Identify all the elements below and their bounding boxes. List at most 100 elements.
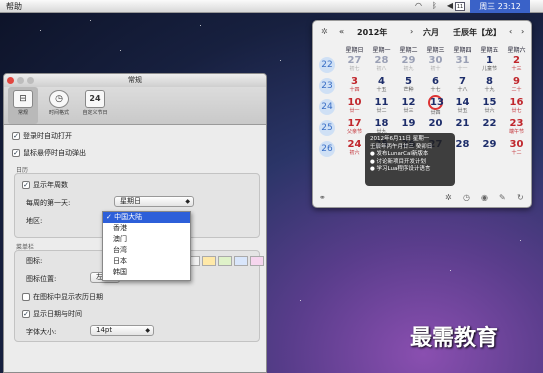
weekday-label: 星期一: [372, 47, 391, 54]
tab-time-format[interactable]: ◷ 时间格式: [44, 87, 74, 124]
checkbox-checked-icon[interactable]: ✓: [12, 149, 20, 157]
region-dropdown-menu: ✓ 中国大陆 香港 澳门 台湾 日本 韩国: [102, 211, 191, 281]
tab-general[interactable]: ⊟ 常规: [8, 87, 38, 124]
calendar-day[interactable]: 15 廿六: [476, 97, 503, 118]
region-option[interactable]: 香港: [103, 223, 190, 234]
link-icon[interactable]: ⚭: [319, 193, 326, 202]
first-day-select[interactable]: 星期日 ◆: [114, 196, 194, 207]
wifi-icon[interactable]: ◠: [415, 1, 422, 10]
lunar-label: 初七: [349, 66, 360, 72]
icon-style-swatches: [186, 256, 264, 266]
calendar-day[interactable]: 29 初九: [395, 55, 422, 76]
calendar-day[interactable]: 3 十四: [341, 76, 368, 97]
calendar-day[interactable]: 6 十七: [422, 76, 449, 97]
calendar-day[interactable]: 30 初十: [422, 55, 449, 76]
calendar-day[interactable]: 17 父亲节: [341, 118, 368, 139]
next-month-icon[interactable]: ›: [521, 27, 524, 36]
calendar-day[interactable]: 4 十五: [368, 76, 395, 97]
volume-icon[interactable]: ◀: [447, 1, 453, 10]
lunar-label: 十一: [457, 66, 468, 72]
month-label[interactable]: 六月: [423, 27, 439, 38]
clock-icon[interactable]: ◷: [463, 193, 470, 202]
prev-year-icon[interactable]: «: [339, 27, 344, 36]
prev-month-icon[interactable]: ‹: [509, 27, 512, 36]
region-option[interactable]: 澳门: [103, 234, 190, 245]
calendar-day[interactable]: 10 廿一: [341, 97, 368, 118]
zoom-button[interactable]: [27, 77, 34, 84]
weekday-label: 星期日: [345, 47, 364, 54]
icon-label: 图标:: [26, 257, 43, 265]
calendar-day[interactable]: 16 廿七: [503, 97, 530, 118]
week-number-badge: 25: [319, 120, 335, 136]
region-option-selected[interactable]: ✓ 中国大陆: [103, 212, 190, 223]
calendar-day[interactable]: 11 廿二: [368, 97, 395, 118]
window-titlebar: 常规: [4, 74, 266, 87]
calendar-day[interactable]: 9 二十: [503, 76, 530, 97]
day-number: 31: [455, 55, 470, 66]
calendar-day[interactable]: 28 初八: [368, 55, 395, 76]
calendar-day[interactable]: 30 十二: [503, 139, 530, 160]
calendar-day[interactable]: 2 十三: [503, 55, 530, 76]
hover-popup-option[interactable]: ✓ 鼠标悬停时自动弹出: [12, 148, 86, 158]
show-lunar-icon-option[interactable]: 在图标中显示农历日期: [22, 292, 103, 302]
calendar-day[interactable]: 7 十八: [449, 76, 476, 97]
day-number: 13: [428, 95, 444, 110]
calendar-day[interactable]: 14 廿五: [449, 97, 476, 118]
day-number: 15: [482, 97, 497, 108]
icon-style-swatch[interactable]: [234, 256, 248, 266]
menu-help[interactable]: 帮助: [6, 1, 22, 12]
bluetooth-icon[interactable]: ᛒ: [432, 1, 437, 10]
weekday-label: 星期五: [480, 47, 499, 54]
weekday-label: 星期三: [426, 47, 445, 54]
close-button[interactable]: [7, 77, 14, 84]
year-next-icon[interactable]: ›: [410, 27, 413, 36]
chevron-down-icon: ◆: [145, 327, 150, 334]
calendar-day[interactable]: 23 端午节: [503, 118, 530, 139]
day-number: 3: [351, 76, 358, 87]
icon-style-swatch[interactable]: [202, 256, 216, 266]
calendar-day[interactable]: 27 初七: [341, 55, 368, 76]
switch-icon: ⊟: [13, 90, 33, 108]
launch-at-login-option[interactable]: ✓ 登录时自动打开: [12, 131, 72, 141]
calendar-day[interactable]: 1 儿童节: [476, 55, 503, 76]
icon-style-swatch[interactable]: [250, 256, 264, 266]
calendar-day[interactable]: 5 芒种: [395, 76, 422, 97]
calendar-day[interactable]: 12 廿三: [395, 97, 422, 118]
region-option[interactable]: 日本: [103, 256, 190, 267]
region-option[interactable]: 韩国: [103, 267, 190, 278]
week-number-badge: 22: [319, 57, 335, 73]
day-number: 17: [347, 118, 362, 129]
calendar-day[interactable]: 22: [476, 118, 503, 139]
checkbox-unchecked-icon[interactable]: [22, 293, 30, 301]
edit-icon[interactable]: ✎: [499, 193, 506, 202]
calendar-day[interactable]: 8 十九: [476, 76, 503, 97]
minimize-button[interactable]: [17, 77, 24, 84]
calendar-day[interactable]: 13 廿四: [422, 95, 449, 118]
today-icon[interactable]: ◉: [481, 193, 488, 202]
icon-style-swatch[interactable]: [218, 256, 232, 266]
calendar-day[interactable]: 31 十一: [449, 55, 476, 76]
font-size-select[interactable]: 14pt ◆: [90, 325, 154, 336]
region-option[interactable]: 台湾: [103, 245, 190, 256]
tab-custom-holidays[interactable]: 24 自定义节日: [80, 87, 110, 124]
day-number: 24: [347, 139, 362, 150]
settings-icon[interactable]: ✲: [321, 27, 328, 36]
checkbox-checked-icon[interactable]: ✓: [22, 310, 30, 318]
calendar-day[interactable]: 24 初六: [341, 139, 368, 160]
day-number: 5: [405, 76, 412, 87]
day-number: 22: [482, 118, 497, 129]
refresh-icon[interactable]: ↻: [517, 193, 524, 202]
lunar-label: 初八: [376, 66, 387, 72]
calendar-day[interactable]: 29: [476, 139, 503, 160]
checkbox-checked-icon[interactable]: ✓: [22, 181, 30, 189]
gear-icon[interactable]: ✲: [445, 193, 452, 202]
checkbox-checked-icon[interactable]: ✓: [12, 132, 20, 140]
lunarcal-menubar-icon[interactable]: 11: [455, 2, 465, 11]
show-week-number-option[interactable]: ✓ 显示年周数: [22, 180, 68, 190]
weekday-label: 星期二: [399, 47, 418, 54]
menubar-clock[interactable]: 周三 23:12: [470, 0, 530, 13]
calendar-week-row: 10 廿一 11 廿二 12 廿三 13 廿四 14 廿五 15 廿六 16 廿七: [341, 95, 531, 118]
year-label[interactable]: 2012年: [357, 27, 387, 38]
show-date-time-option[interactable]: ✓ 显示日期与时间: [22, 309, 82, 319]
lunar-label: 初六: [349, 150, 360, 156]
